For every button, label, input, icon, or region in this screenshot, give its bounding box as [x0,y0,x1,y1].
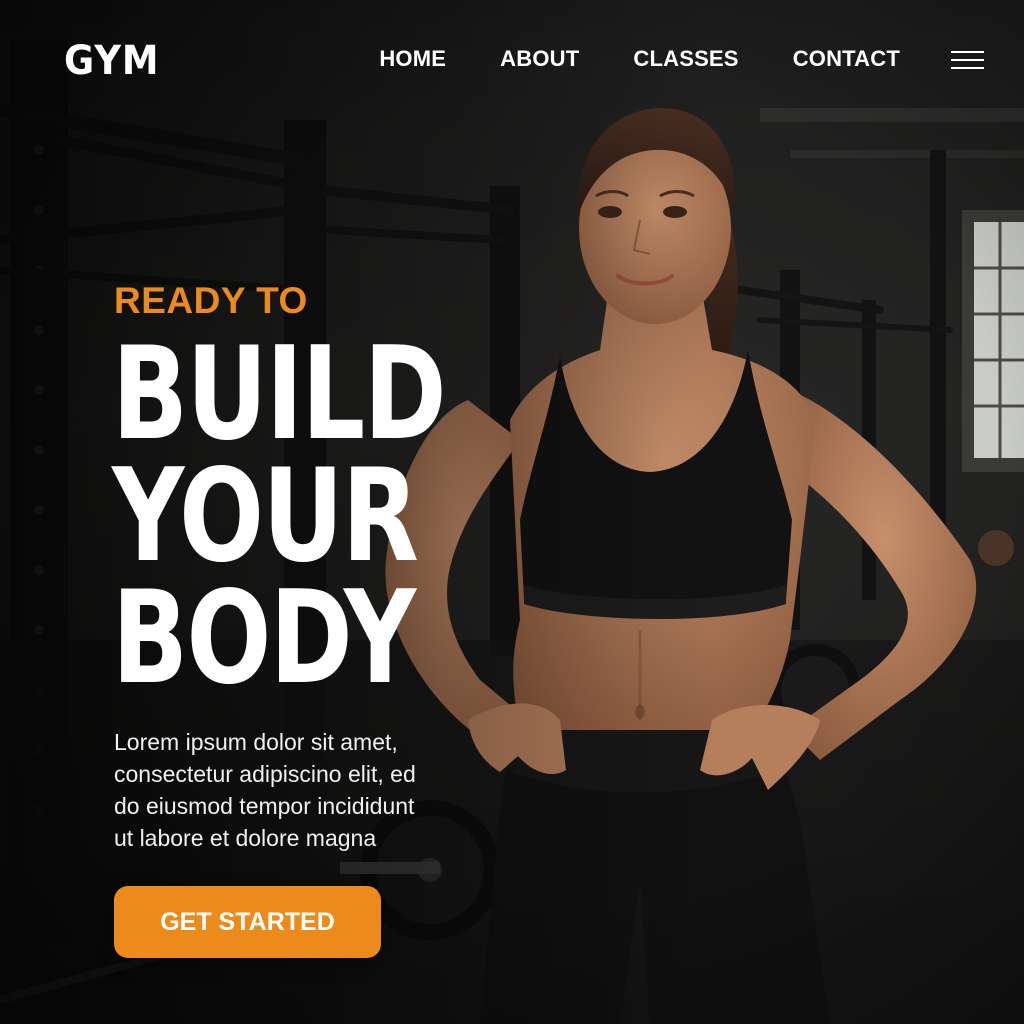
hero-headline: BUILD YOUR BODY [112,320,447,713]
hero-description: Lorem ipsum dolor sit amet, consectetur … [114,729,416,851]
nav-item-contact[interactable]: CONTACT [793,46,900,72]
nav-item-classes[interactable]: CLASSES [633,46,738,72]
hero-kicker: READY TO [114,280,308,321]
headline-line-2: YOUR [112,442,419,591]
headline-line-1: BUILD [112,320,447,469]
nav-menu: HOME ABOUT CLASSES CONTACT [379,46,900,72]
brand-logo[interactable]: GYM [64,38,159,84]
nav-item-about[interactable]: ABOUT [500,46,579,72]
headline-line-3: BODY [112,564,416,713]
top-navigation: GYM HOME ABOUT CLASSES CONTACT [0,0,1024,120]
get-started-button[interactable]: GET STARTED [114,886,381,958]
hamburger-icon[interactable] [951,51,984,69]
nav-item-home[interactable]: HOME [379,46,446,72]
